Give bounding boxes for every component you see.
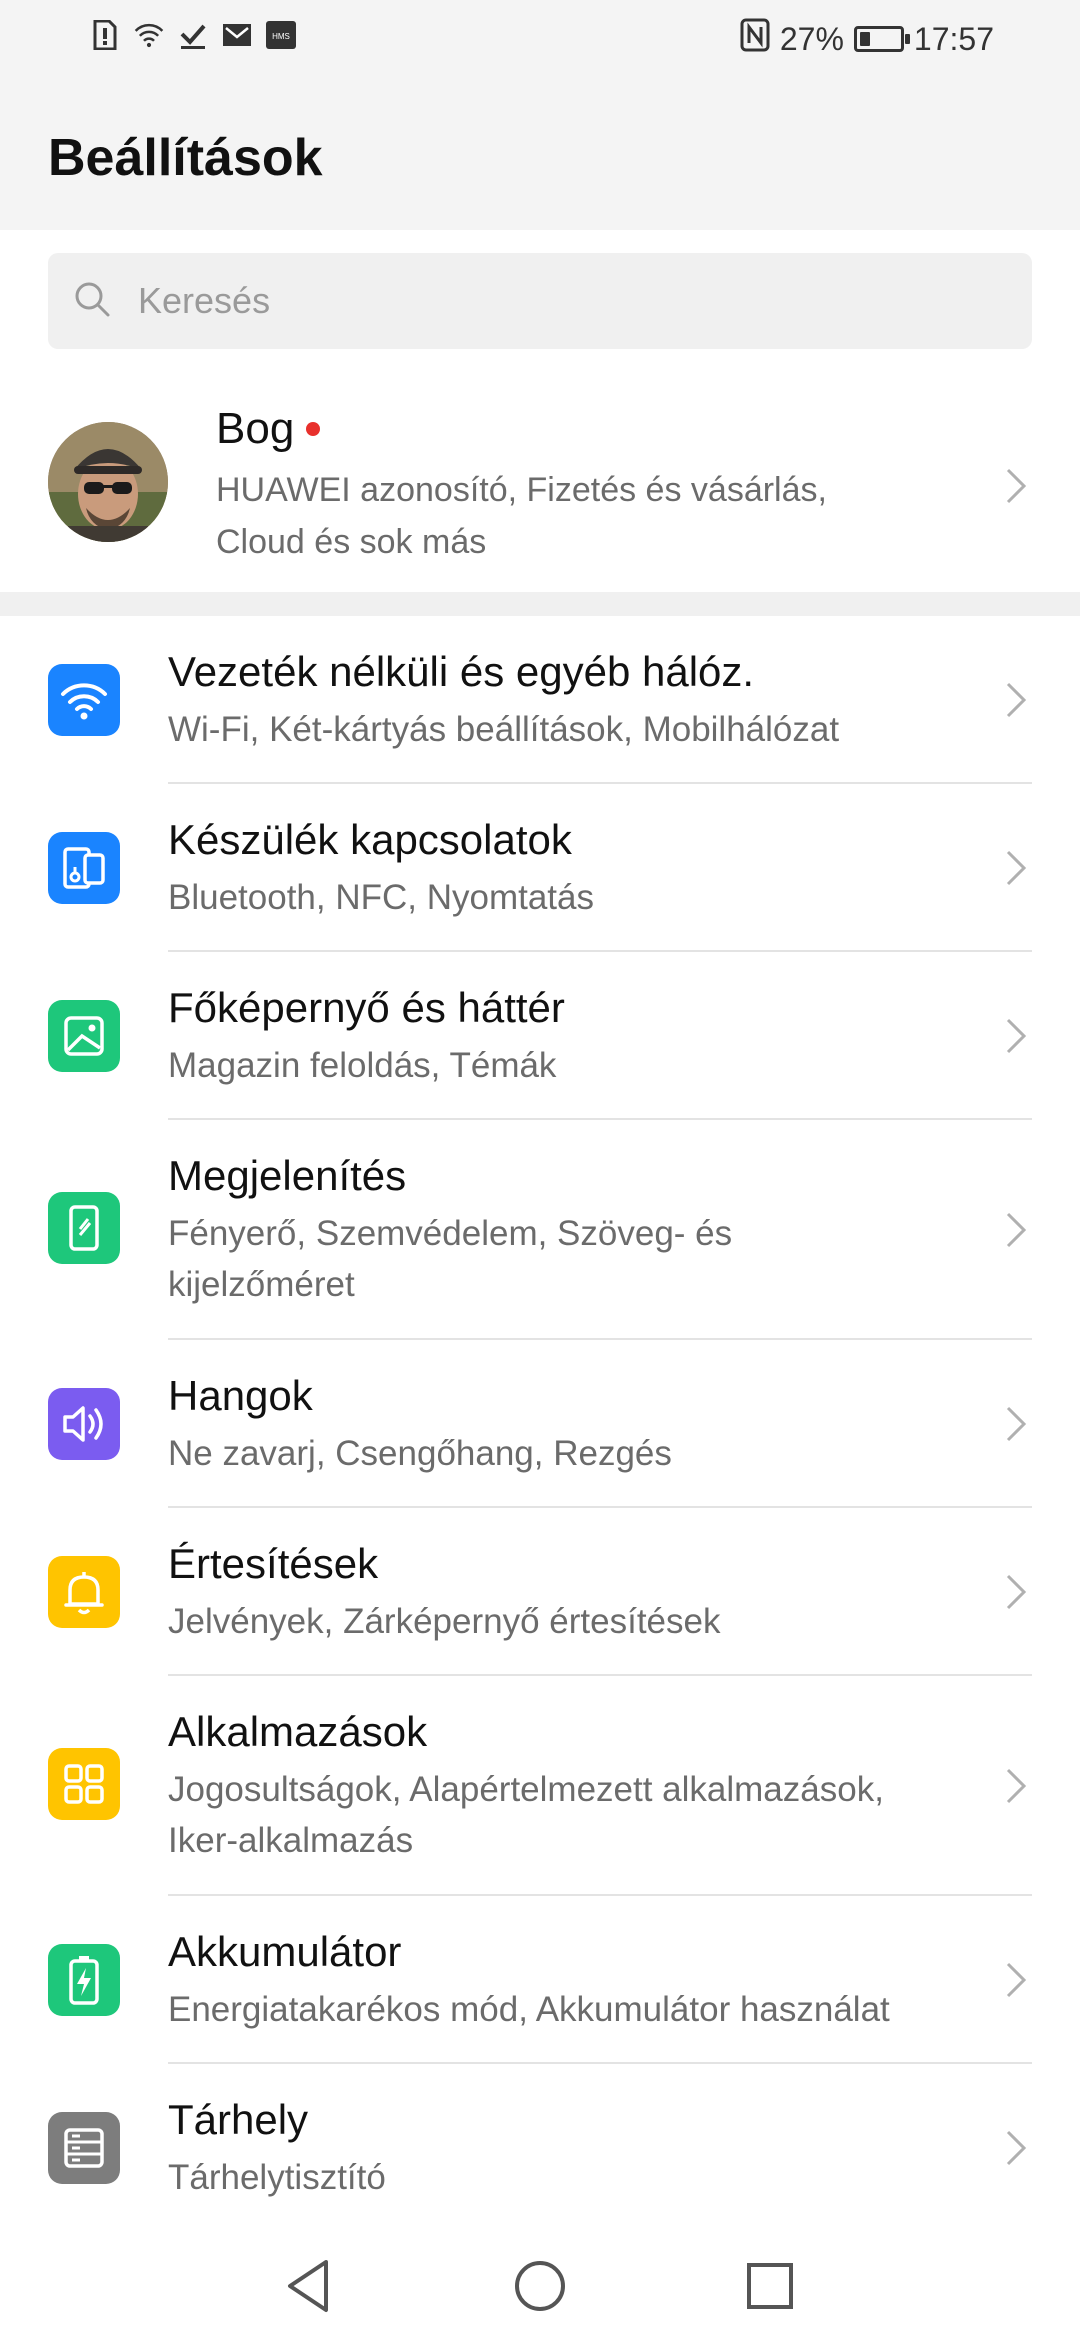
chevron-right-icon [1006,1962,1027,1998]
storage-icon [48,2112,120,2184]
apps-grid-icon [48,1748,120,1820]
alert-icon [90,20,120,50]
avatar [48,422,168,542]
back-icon[interactable] [284,2258,334,2314]
account-subtitle-line2: Cloud és sok más [216,523,487,561]
item-subtitle: Bluetooth, NFC, Nyomtatás [168,878,594,917]
notification-dot [306,422,321,436]
chevron-right-icon [1006,1574,1027,1610]
settings-item-apps[interactable]: Alkalmazások Jogosultságok, Alapértelmez… [0,1676,1080,1896]
chevron-right-icon [1006,850,1027,886]
settings-item-sounds[interactable]: Hangok Ne zavarj, Csengőhang, Rezgés [0,1340,1080,1508]
item-subtitle: Wi-Fi, Két-kártyás beállítások, Mobilhál… [168,710,840,749]
status-right: 27% 17:57 [740,18,994,60]
item-title: Készülék kapcsolatok [168,816,572,863]
page-title: Beállítások [48,129,323,187]
settings-item-device-connections[interactable]: Készülék kapcsolatok Bluetooth, NFC, Nyo… [0,784,1080,952]
account-row[interactable]: Bog HUAWEI azonosító, Fizetés és vásárlá… [0,384,1080,592]
battery-percent: 27% [779,20,844,57]
svg-text:HMS: HMS [272,32,290,41]
settings-item-wireless[interactable]: Vezeték nélküli és egyéb hálóz. Wi-Fi, K… [0,616,1080,784]
app-header: Beállítások [0,84,1080,230]
home-icon[interactable] [512,2258,568,2314]
item-title: Értesítések [168,1540,379,1587]
search-icon [72,279,112,324]
item-title: Tárhely [168,2096,309,2143]
chevron-right-icon [1006,1212,1027,1248]
device-connection-icon [48,832,120,904]
wifi-icon [48,664,120,736]
chevron-right-icon [1006,1768,1027,1804]
item-subtitle: Fényerő, Szemvédelem, Szöveg- és kijelző… [168,1208,988,1310]
recents-icon[interactable] [744,2260,796,2312]
settings-item-battery[interactable]: Akkumulátor Energiatakarékos mód, Akkumu… [0,1896,1080,2064]
account-name-row: Bog [216,404,321,454]
section-divider [0,592,1080,616]
item-subtitle-line1: Fényerő, Szemvédelem, Szöveg- és [168,1214,733,1253]
account-subtitle: HUAWEI azonosító, Fizetés és vásárlás, C… [216,464,936,568]
search-bar[interactable] [48,253,1032,349]
account-subtitle-line1: HUAWEI azonosító, Fizetés és vásárlás, [216,471,827,509]
item-subtitle: Jelvények, Zárképernyő értesítések [168,1602,721,1641]
battery-icon [853,26,910,52]
notification-icons: HMS [90,20,296,50]
item-subtitle: Jogosultságok, Alapértelmezett alkalmazá… [168,1764,988,1866]
wifi-signal-icon [134,20,164,50]
nfc-icon [740,18,770,60]
item-title: Akkumulátor [168,1928,402,1975]
settings-item-storage[interactable]: Tárhely Tárhelytisztító [0,2064,1080,2232]
item-title: Alkalmazások [168,1708,428,1755]
settings-list: Vezeték nélküli és egyéb hálóz. Wi-Fi, K… [0,616,1080,2232]
chevron-right-icon [1006,1406,1027,1442]
settings-item-home-screen[interactable]: Főképernyő és háttér Magazin feloldás, T… [0,952,1080,1120]
item-title: Hangok [168,1372,313,1419]
battery-icon [48,1944,120,2016]
bell-icon [48,1556,120,1628]
item-subtitle: Magazin feloldás, Témák [168,1046,557,1085]
account-name: Bog [216,404,295,453]
status-bar: HMS 27% 17:57 [0,0,1080,84]
item-title: Főképernyő és háttér [168,984,565,1031]
wallpaper-icon [48,1000,120,1072]
mail-icon [222,20,252,50]
item-subtitle-line2: Iker-alkalmazás [168,1821,414,1860]
item-subtitle-line1: Jogosultságok, Alapértelmezett alkalmazá… [168,1770,884,1809]
chevron-right-icon [1006,468,1027,504]
speaker-icon [48,1388,120,1460]
item-title: Megjelenítés [168,1152,407,1199]
item-subtitle: Ne zavarj, Csengőhang, Rezgés [168,1434,672,1473]
chevron-right-icon [1006,2130,1027,2166]
hms-icon: HMS [266,20,296,50]
battery-fill [859,32,870,46]
chevron-right-icon [1006,682,1027,718]
navigation-bar [0,2232,1080,2340]
settings-item-notifications[interactable]: Értesítések Jelvények, Zárképernyő értes… [0,1508,1080,1676]
download-done-icon [178,20,208,50]
item-subtitle-line2: kijelzőméret [168,1265,355,1304]
settings-item-display[interactable]: Megjelenítés Fényerő, Szemvédelem, Szöve… [0,1120,1080,1340]
clock: 17:57 [913,20,994,57]
display-icon [48,1192,120,1264]
chevron-right-icon [1006,1018,1027,1054]
item-subtitle: Energiatakarékos mód, Akkumulátor haszná… [168,1990,890,2029]
search-input[interactable] [136,279,940,323]
item-subtitle: Tárhelytisztító [168,2158,386,2197]
item-title: Vezeték nélküli és egyéb hálóz. [168,648,755,695]
